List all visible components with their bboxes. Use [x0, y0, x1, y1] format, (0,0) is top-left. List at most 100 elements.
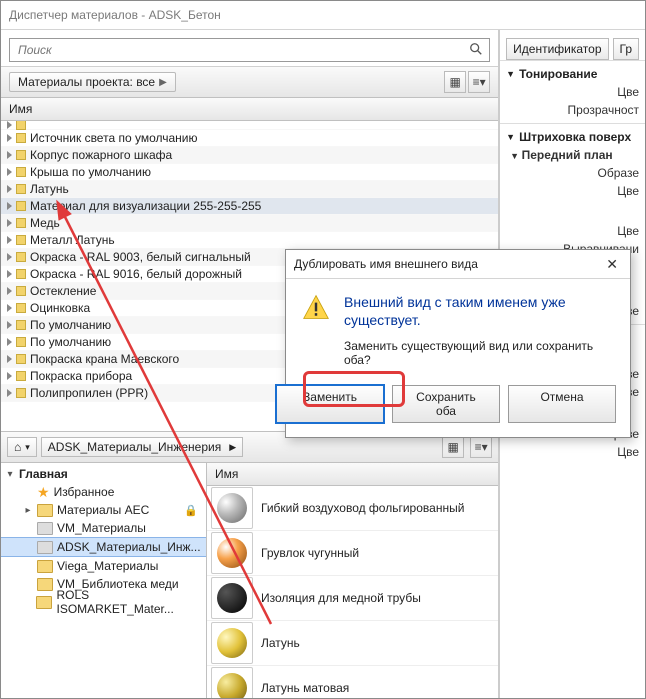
- chevron-right-icon: ▶: [159, 77, 167, 88]
- library-column-name[interactable]: Имя: [207, 463, 498, 486]
- material-name: Полипропилен (PPR): [30, 386, 148, 400]
- search-input-wrap[interactable]: [9, 38, 490, 62]
- expand-icon: [7, 168, 12, 176]
- close-icon[interactable]: ✕: [602, 256, 622, 273]
- dialog-heading: Внешний вид с таким именем уже существуе…: [344, 293, 614, 329]
- material-name: По умолчанию: [30, 335, 111, 349]
- list-item[interactable]: Латунь матовая: [207, 666, 498, 699]
- tree-label: Избранное: [54, 485, 115, 499]
- material-thumbnail: [211, 622, 253, 664]
- list-item[interactable]: Гибкий воздуховод фольгированный: [207, 486, 498, 531]
- window-title: Диспетчер материалов - ADSK_Бетон: [1, 1, 645, 30]
- project-filter-label: Материалы проекта: все: [18, 75, 155, 89]
- expand-icon: [7, 236, 12, 244]
- tree-node[interactable]: ★Избранное: [1, 483, 206, 501]
- list-item[interactable]: Изоляция для медной трубы: [207, 576, 498, 621]
- table-row[interactable]: Материал для визуализации 255-255-255: [1, 198, 498, 215]
- search-icon: [469, 42, 483, 59]
- home-crumb[interactable]: ⌂▾: [7, 437, 37, 457]
- replace-button[interactable]: Заменить: [276, 385, 384, 423]
- material-swatch: [16, 354, 26, 364]
- folder-icon: [37, 560, 53, 573]
- expand-icon[interactable]: ▸: [23, 505, 33, 516]
- view-list-button[interactable]: ≡▾: [468, 71, 490, 93]
- section-surface-hatch[interactable]: ▼Штриховка поверх: [506, 128, 639, 146]
- lib-view-list-button[interactable]: ≡▾: [470, 436, 492, 458]
- material-name: Материал для визуализации 255-255-255: [30, 199, 261, 213]
- tree-node[interactable]: VM_Материалы: [1, 519, 206, 537]
- material-name: Окраска - RAL 9003, белый сигнальный: [30, 250, 251, 264]
- material-swatch: [16, 167, 26, 177]
- table-row[interactable]: Латунь: [1, 181, 498, 198]
- subsection-foreground[interactable]: ▼ Передний план: [506, 146, 639, 164]
- dialog-title: Дублировать имя внешнего вида: [294, 257, 478, 271]
- library-crumb[interactable]: ADSK_Материалы_Инженерия▶: [41, 437, 243, 457]
- section-shading[interactable]: ▼Тонирование: [506, 65, 639, 83]
- material-thumbnail: [211, 667, 253, 699]
- material-name: Окраска - RAL 9016, белый дорожный: [30, 267, 242, 281]
- expand-icon: [7, 151, 12, 159]
- expand-icon: [7, 304, 12, 312]
- duplicate-appearance-dialog: Дублировать имя внешнего вида ✕ Внешний …: [285, 249, 631, 438]
- list-item[interactable]: Грувлок чугунный: [207, 531, 498, 576]
- tree-root[interactable]: ▾Главная: [1, 465, 206, 483]
- cancel-button[interactable]: Отмена: [508, 385, 616, 423]
- table-row[interactable]: Металл Латунь: [1, 232, 498, 249]
- material-name: Латунь: [30, 182, 69, 196]
- search-input[interactable]: [16, 42, 469, 58]
- material-swatch: [16, 269, 26, 279]
- material-name: Латунь матовая: [261, 681, 349, 695]
- label-pattern: Образе: [506, 164, 639, 182]
- tree-node[interactable]: ▸Материалы AEC🔒: [1, 501, 206, 519]
- lib-view-grid-button[interactable]: ▦: [442, 436, 464, 458]
- project-filter-bar: Материалы проекта: все ▶ ▦ ≡▾: [1, 66, 498, 98]
- material-name: Оцинковка: [30, 301, 90, 315]
- tree-label: Viega_Материалы: [57, 559, 158, 573]
- identity-tab[interactable]: Идентификатор: [506, 38, 608, 60]
- label-transparency: Прозрачност: [506, 101, 639, 119]
- expand-icon: [7, 321, 12, 329]
- project-filter-chip[interactable]: Материалы проекта: все ▶: [9, 72, 176, 92]
- tree-node[interactable]: ADSK_Материалы_Инж...: [1, 537, 206, 557]
- material-swatch: [16, 388, 26, 398]
- list-item[interactable]: Латунь: [207, 621, 498, 666]
- table-row[interactable]: Медь: [1, 215, 498, 232]
- library-tree[interactable]: ▾Главная ★Избранное▸Материалы AEC🔒VM_Мат…: [1, 463, 207, 699]
- material-swatch: [16, 201, 26, 211]
- table-row[interactable]: Корпус пожарного шкафа: [1, 147, 498, 164]
- material-name: Покраска прибора: [30, 369, 132, 383]
- material-name: По умолчанию: [30, 318, 111, 332]
- lock-icon: 🔒: [184, 504, 198, 517]
- material-name: Остекление: [30, 284, 96, 298]
- expand-icon: [7, 134, 12, 142]
- material-name: Медь: [30, 216, 60, 230]
- expand-icon: [7, 389, 12, 397]
- label-color3: Цве: [506, 222, 639, 240]
- project-column-name[interactable]: Имя: [1, 98, 498, 121]
- material-swatch: [16, 371, 26, 381]
- material-swatch: [16, 286, 26, 296]
- table-row[interactable]: [1, 121, 498, 130]
- table-row[interactable]: Крыша по умолчанию: [1, 164, 498, 181]
- expand-icon: [7, 372, 12, 380]
- material-name: Изоляция для медной трубы: [261, 591, 421, 605]
- graphics-tab[interactable]: Гр: [613, 38, 640, 60]
- material-swatch: [16, 184, 26, 194]
- tree-label: ADSK_Материалы_Инж...: [57, 540, 201, 554]
- library-list[interactable]: Гибкий воздуховод фольгированныйГрувлок …: [207, 486, 498, 699]
- material-swatch: [16, 150, 26, 160]
- table-row[interactable]: Источник света по умолчанию: [1, 130, 498, 147]
- view-grid-button[interactable]: ▦: [444, 71, 466, 93]
- keep-both-button[interactable]: Сохранить оба: [392, 385, 500, 423]
- material-thumbnail: [211, 532, 253, 574]
- label-color: Цве: [506, 83, 639, 101]
- tree-node[interactable]: Viega_Материалы: [1, 557, 206, 575]
- home-icon: ⌂: [14, 440, 21, 454]
- material-swatch: [16, 303, 26, 313]
- expand-icon: [7, 287, 12, 295]
- material-name: Корпус пожарного шкафа: [30, 148, 172, 162]
- material-swatch: [16, 252, 26, 262]
- expand-icon: [7, 338, 12, 346]
- expand-icon: [7, 202, 12, 210]
- tree-node[interactable]: ROLS ISOMARKET_Mater...: [1, 593, 206, 611]
